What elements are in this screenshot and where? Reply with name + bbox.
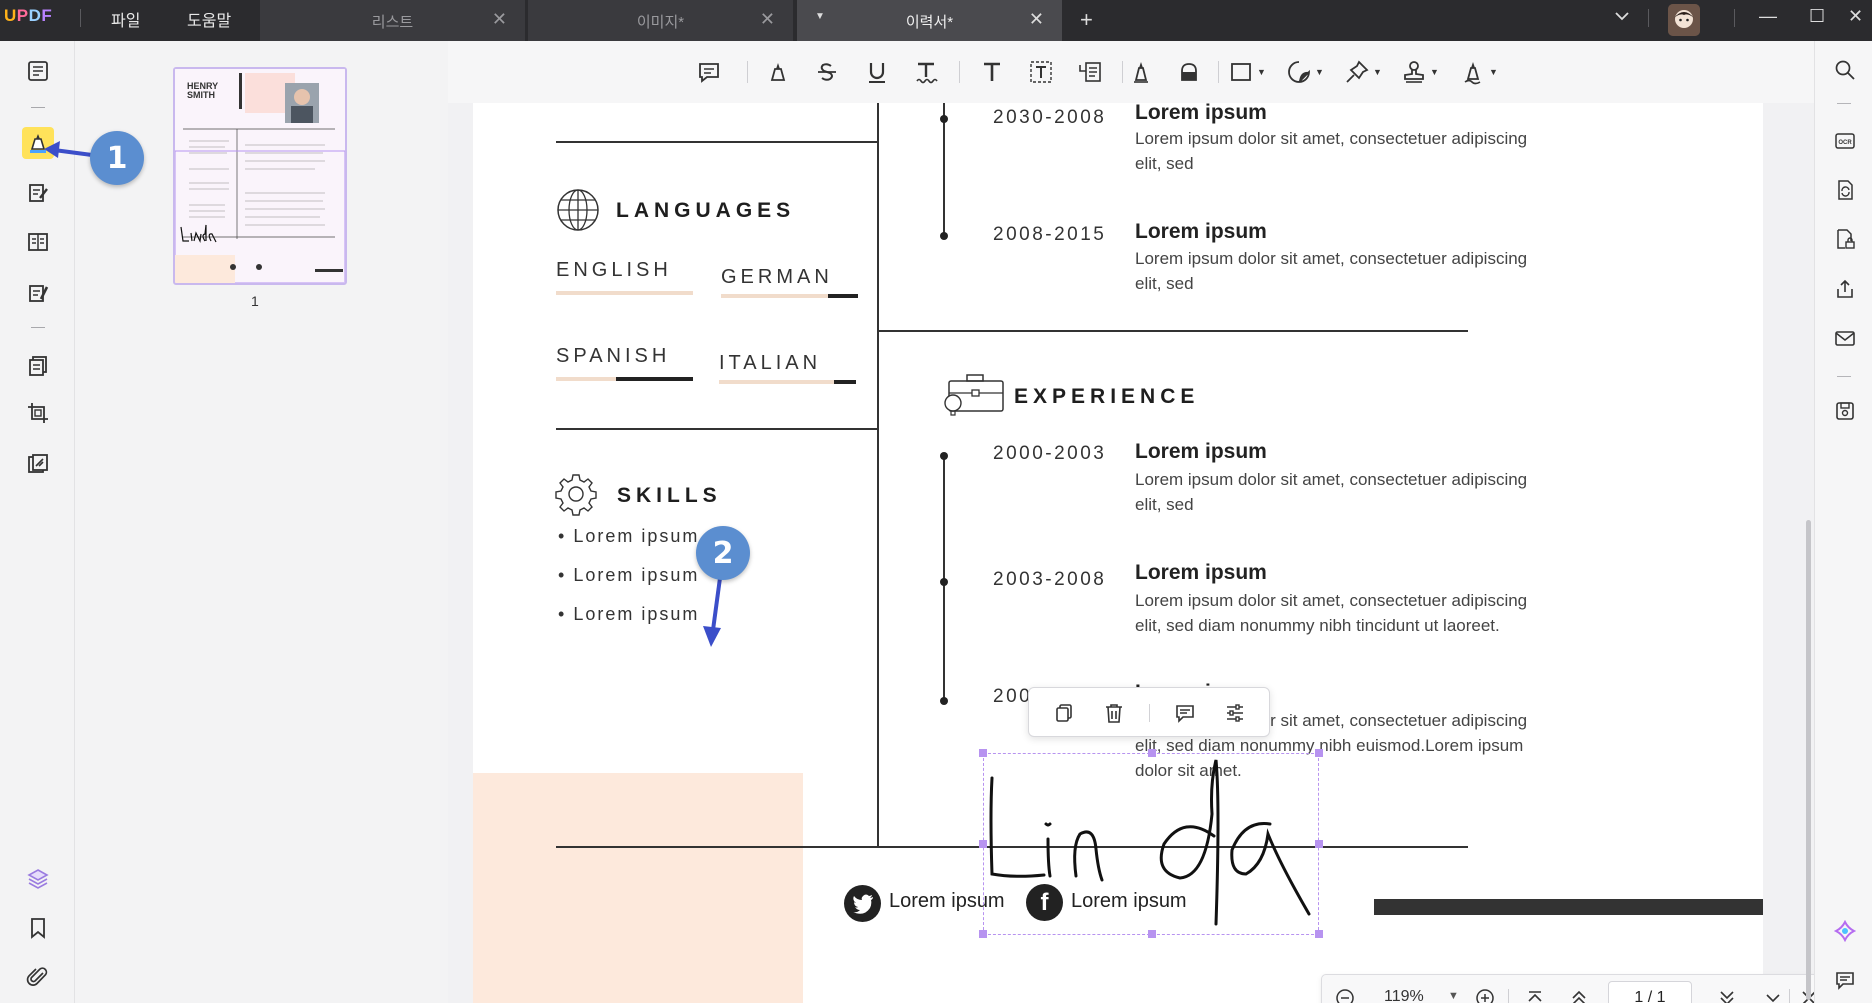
callout-arrows xyxy=(44,141,722,647)
callout-badge: 2 xyxy=(696,526,750,580)
callout-badge: 1 xyxy=(90,131,144,185)
